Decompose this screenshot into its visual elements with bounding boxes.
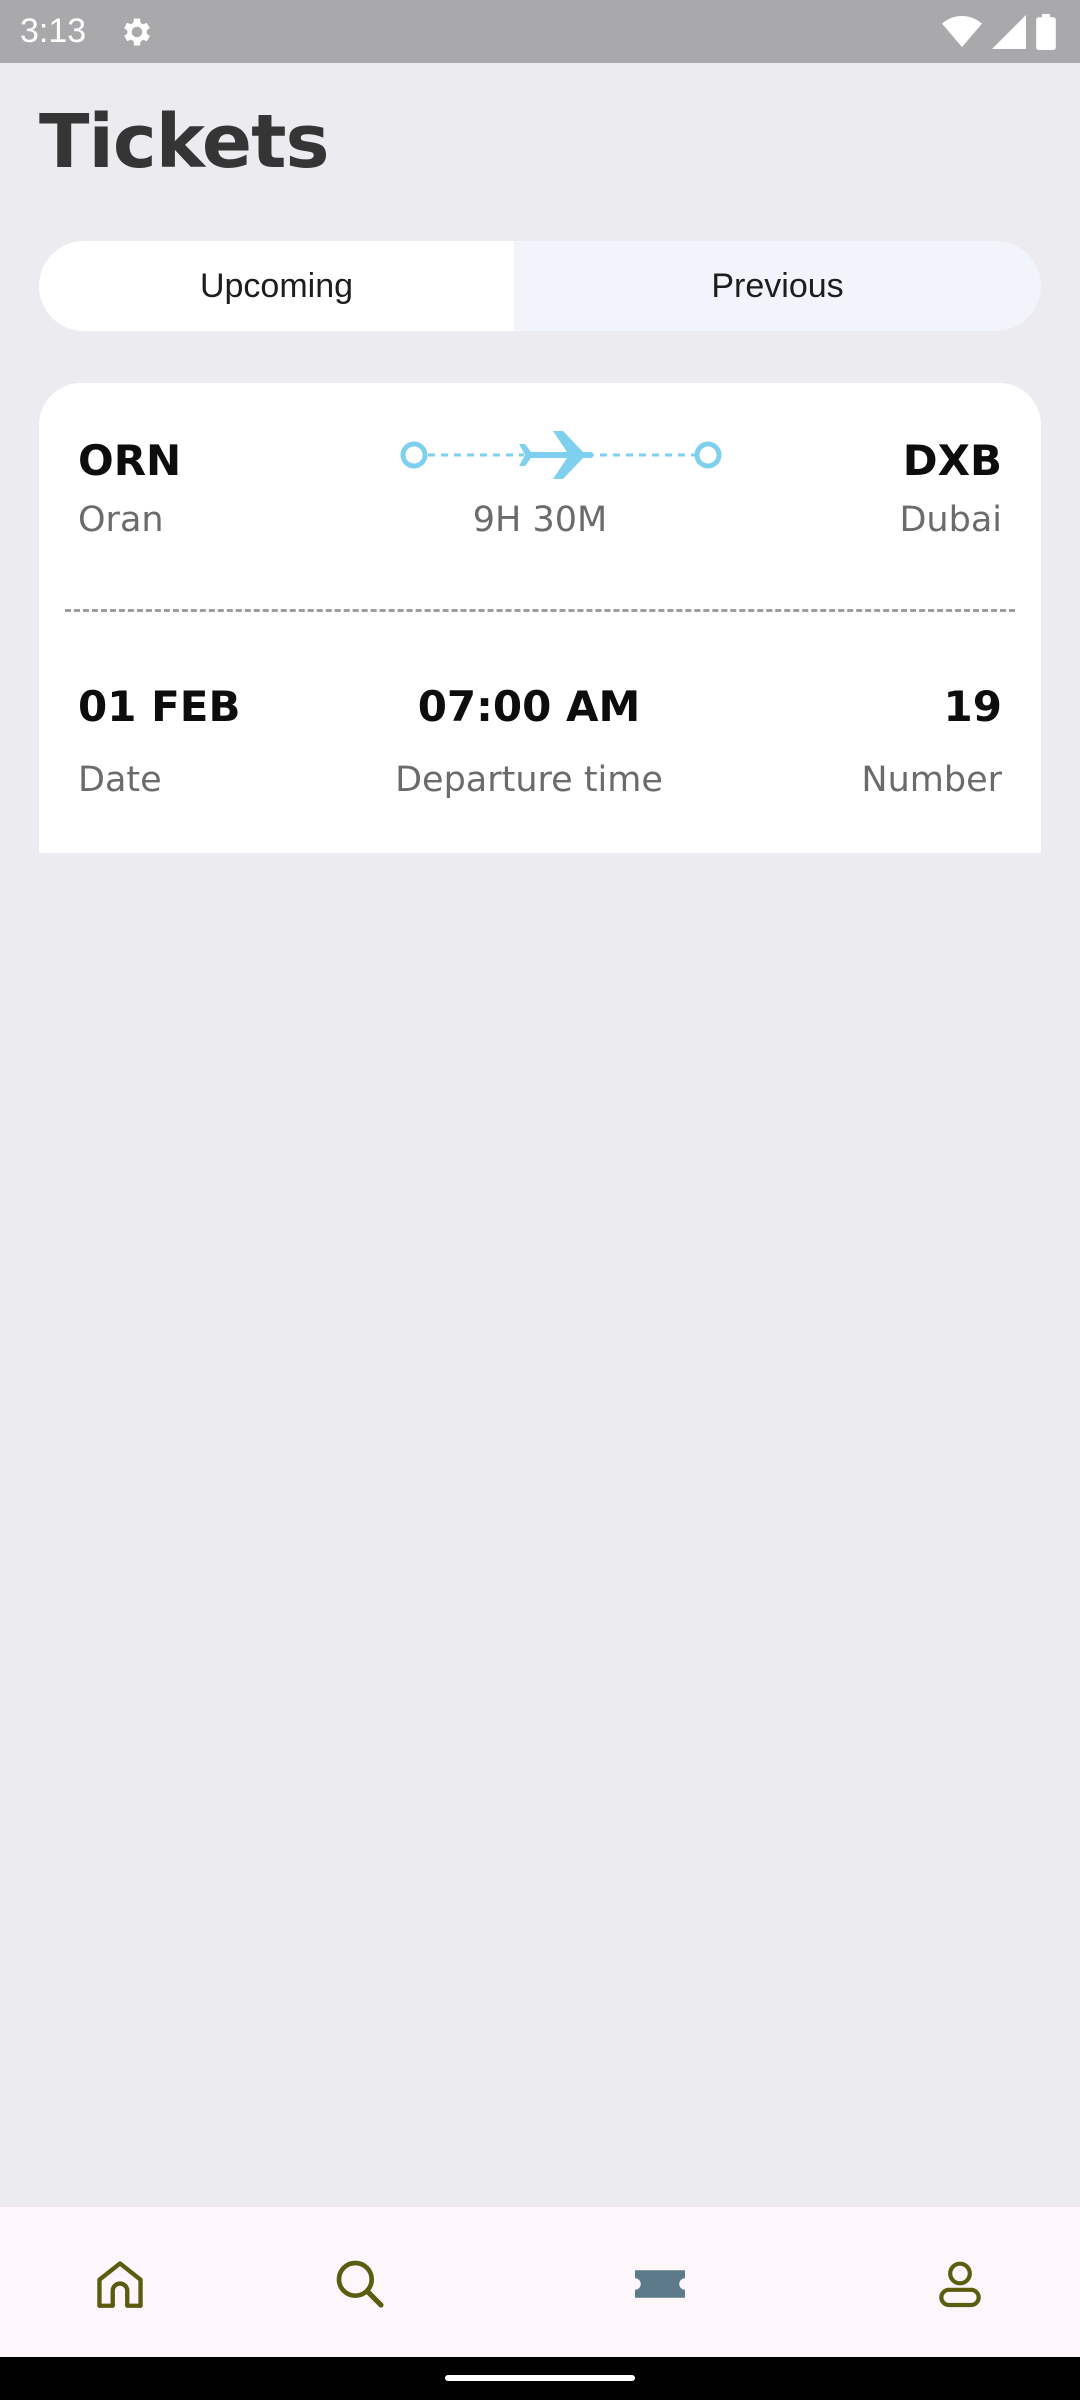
system-gesture-bar	[0, 2357, 1080, 2400]
bottom-navigation	[0, 2205, 1080, 2359]
airplane-icon	[519, 431, 594, 479]
destination-dot-icon	[694, 441, 722, 469]
status-bar: 3:13	[0, 0, 1080, 63]
nav-search[interactable]	[315, 2239, 405, 2329]
settings-gear-icon	[124, 18, 150, 46]
departure-time: 07:00 AM	[417, 682, 641, 731]
battery-icon	[1036, 14, 1056, 50]
wifi-icon	[942, 16, 982, 47]
ticket-card[interactable]: ORN Oran 9H 30M DXB Dubai 01 FEB Date 07…	[39, 383, 1041, 853]
tab-upcoming[interactable]: Upcoming	[39, 241, 514, 331]
ticket-divider	[65, 609, 1015, 612]
origin-code: ORN	[78, 436, 182, 485]
nav-tickets[interactable]	[615, 2239, 705, 2329]
destination-city: Dubai	[899, 500, 1002, 540]
tab-previous[interactable]: Previous	[514, 241, 1041, 331]
flight-route-graphic	[400, 431, 722, 479]
signal-icon	[992, 15, 1026, 49]
status-time: 3:13	[20, 12, 87, 50]
profile-icon	[939, 2261, 981, 2308]
nav-home[interactable]	[75, 2239, 165, 2329]
flight-number: 19	[943, 682, 1002, 731]
destination-code: DXB	[902, 436, 1002, 485]
origin-dot-icon	[400, 441, 428, 469]
nav-profile[interactable]	[915, 2239, 1005, 2329]
ticket-icon	[635, 2270, 685, 2298]
page-title: Tickets	[39, 99, 330, 185]
ticket-tabs: Upcoming Previous	[39, 241, 1041, 331]
flight-duration: 9H 30M	[472, 500, 608, 540]
number-label: Number	[861, 760, 1002, 800]
home-icon	[97, 2261, 143, 2308]
search-icon	[336, 2260, 384, 2308]
home-gesture-handle[interactable]	[445, 2375, 635, 2381]
